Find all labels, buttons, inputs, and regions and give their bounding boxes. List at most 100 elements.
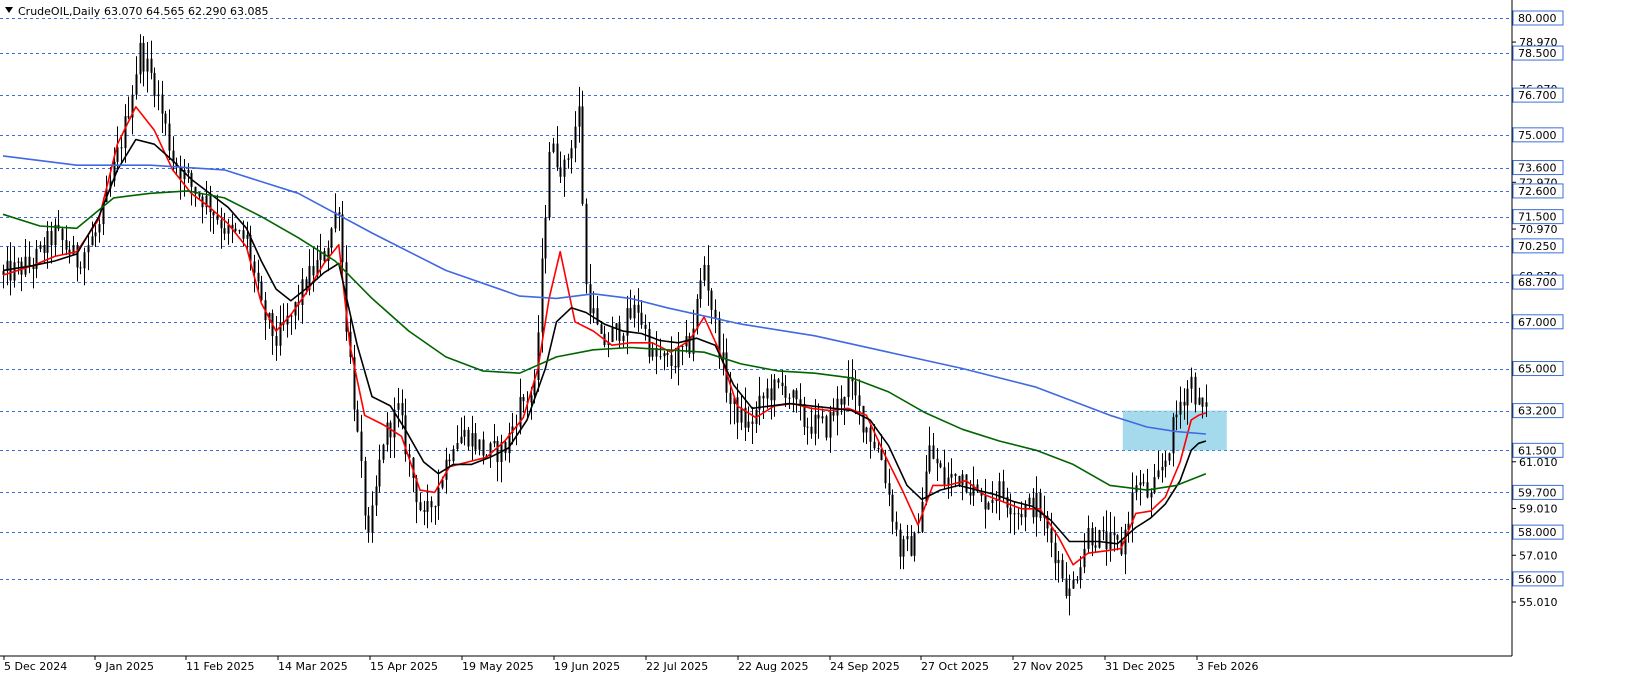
candle-body (1139, 482, 1142, 486)
level-label: 70.250 (1518, 240, 1557, 253)
candle-body (323, 251, 326, 262)
candle-body (375, 486, 378, 506)
candle-body (810, 426, 813, 434)
candle-body (17, 261, 20, 263)
candle-body (710, 290, 713, 310)
candle-body (596, 308, 599, 325)
candle-body (544, 217, 547, 259)
x-tick-label: 9 Jan 2025 (95, 660, 154, 673)
candle-body (1161, 466, 1164, 471)
candle-body (493, 440, 496, 444)
candle-body (378, 459, 381, 487)
x-tick-label: 22 Jul 2025 (646, 660, 708, 673)
candle-body (437, 487, 440, 507)
x-tick-label: 24 Sep 2025 (830, 660, 900, 673)
candle-body (161, 94, 164, 114)
candle-body (1054, 542, 1057, 564)
candle-body (212, 212, 215, 216)
candle-body (401, 403, 404, 416)
zone-layer (1122, 410, 1227, 451)
y-tick-label: 59.010 (1519, 503, 1558, 516)
candle-body (1091, 527, 1094, 546)
candle-body (766, 388, 769, 399)
candle-body (334, 212, 337, 229)
candle-body (330, 228, 333, 248)
price-chart[interactable]: 78.97076.97072.97070.97068.97061.01059.0… (0, 0, 1641, 674)
candle-body (312, 265, 315, 276)
candle-body (153, 72, 156, 97)
x-tick-label: 14 Mar 2025 (278, 660, 348, 673)
candle-body (1175, 414, 1178, 418)
candle-body (522, 396, 525, 402)
candle-body (1020, 513, 1023, 518)
candle-body (216, 215, 219, 220)
level-label: 56.000 (1518, 573, 1557, 586)
candle-body (91, 236, 94, 246)
candle-body (98, 224, 101, 233)
level-label: 61.500 (1518, 444, 1557, 457)
candle-body (984, 495, 987, 510)
candle-body (615, 323, 618, 328)
candle-body (943, 467, 946, 485)
y-tick-label: 55.010 (1519, 596, 1558, 609)
candle-body (799, 399, 802, 405)
candle-body (482, 439, 485, 456)
candle-body (1150, 492, 1153, 498)
candle-body (913, 533, 916, 556)
x-tick-label: 15 Apr 2025 (370, 660, 438, 673)
candle-body (242, 230, 245, 239)
candle-body (35, 248, 38, 270)
candle-body (714, 309, 717, 319)
candle-body (28, 256, 31, 266)
candle-body (1186, 388, 1189, 406)
candle-body (1098, 530, 1101, 548)
candle-body (1198, 397, 1201, 405)
candle-body (707, 264, 710, 291)
candle-body (991, 499, 994, 503)
candle-body (574, 126, 577, 149)
candle-body (600, 324, 603, 334)
candle-body (1017, 513, 1020, 515)
candle-body (61, 228, 64, 241)
candle-body (939, 463, 942, 468)
candle-body (452, 449, 455, 462)
candle-body (1205, 402, 1208, 407)
candle-body (341, 214, 344, 263)
candle-body (1002, 481, 1005, 497)
candle-body (1142, 482, 1145, 484)
ohlc-values: 63.070 64.565 62.290 63.085 (104, 5, 268, 18)
candle-body (496, 440, 499, 463)
candle-body (777, 379, 780, 383)
candle-body (1079, 567, 1082, 580)
level-label: 58.000 (1518, 526, 1557, 539)
candle-body (120, 147, 123, 149)
candle-body (556, 143, 559, 168)
candle-body (829, 412, 832, 438)
candle-body (1105, 531, 1108, 550)
candle-body (1013, 513, 1016, 515)
candle-body (1164, 460, 1167, 467)
candle-body (611, 327, 614, 342)
candle-body (961, 474, 964, 485)
candle-body (24, 256, 27, 275)
x-tick-label: 31 Dec 2025 (1105, 660, 1175, 673)
candle-body (65, 240, 68, 250)
candle-body (367, 515, 370, 533)
candle-body (135, 74, 138, 95)
candle-body (1028, 497, 1031, 505)
candle-body (563, 159, 566, 177)
candle-body (740, 407, 743, 423)
candle-body (238, 230, 241, 232)
candle-body (1024, 504, 1027, 518)
candle-body (1201, 397, 1204, 407)
candle-body (659, 356, 662, 358)
candle-body (1039, 492, 1042, 518)
candle-body (541, 258, 544, 333)
level-label: 75.000 (1518, 129, 1557, 142)
candle-body (46, 230, 49, 253)
candle-body (703, 264, 706, 281)
candle-body (220, 219, 223, 229)
candle-body (467, 429, 470, 447)
candle-body (817, 414, 820, 419)
candle-body (895, 521, 898, 530)
